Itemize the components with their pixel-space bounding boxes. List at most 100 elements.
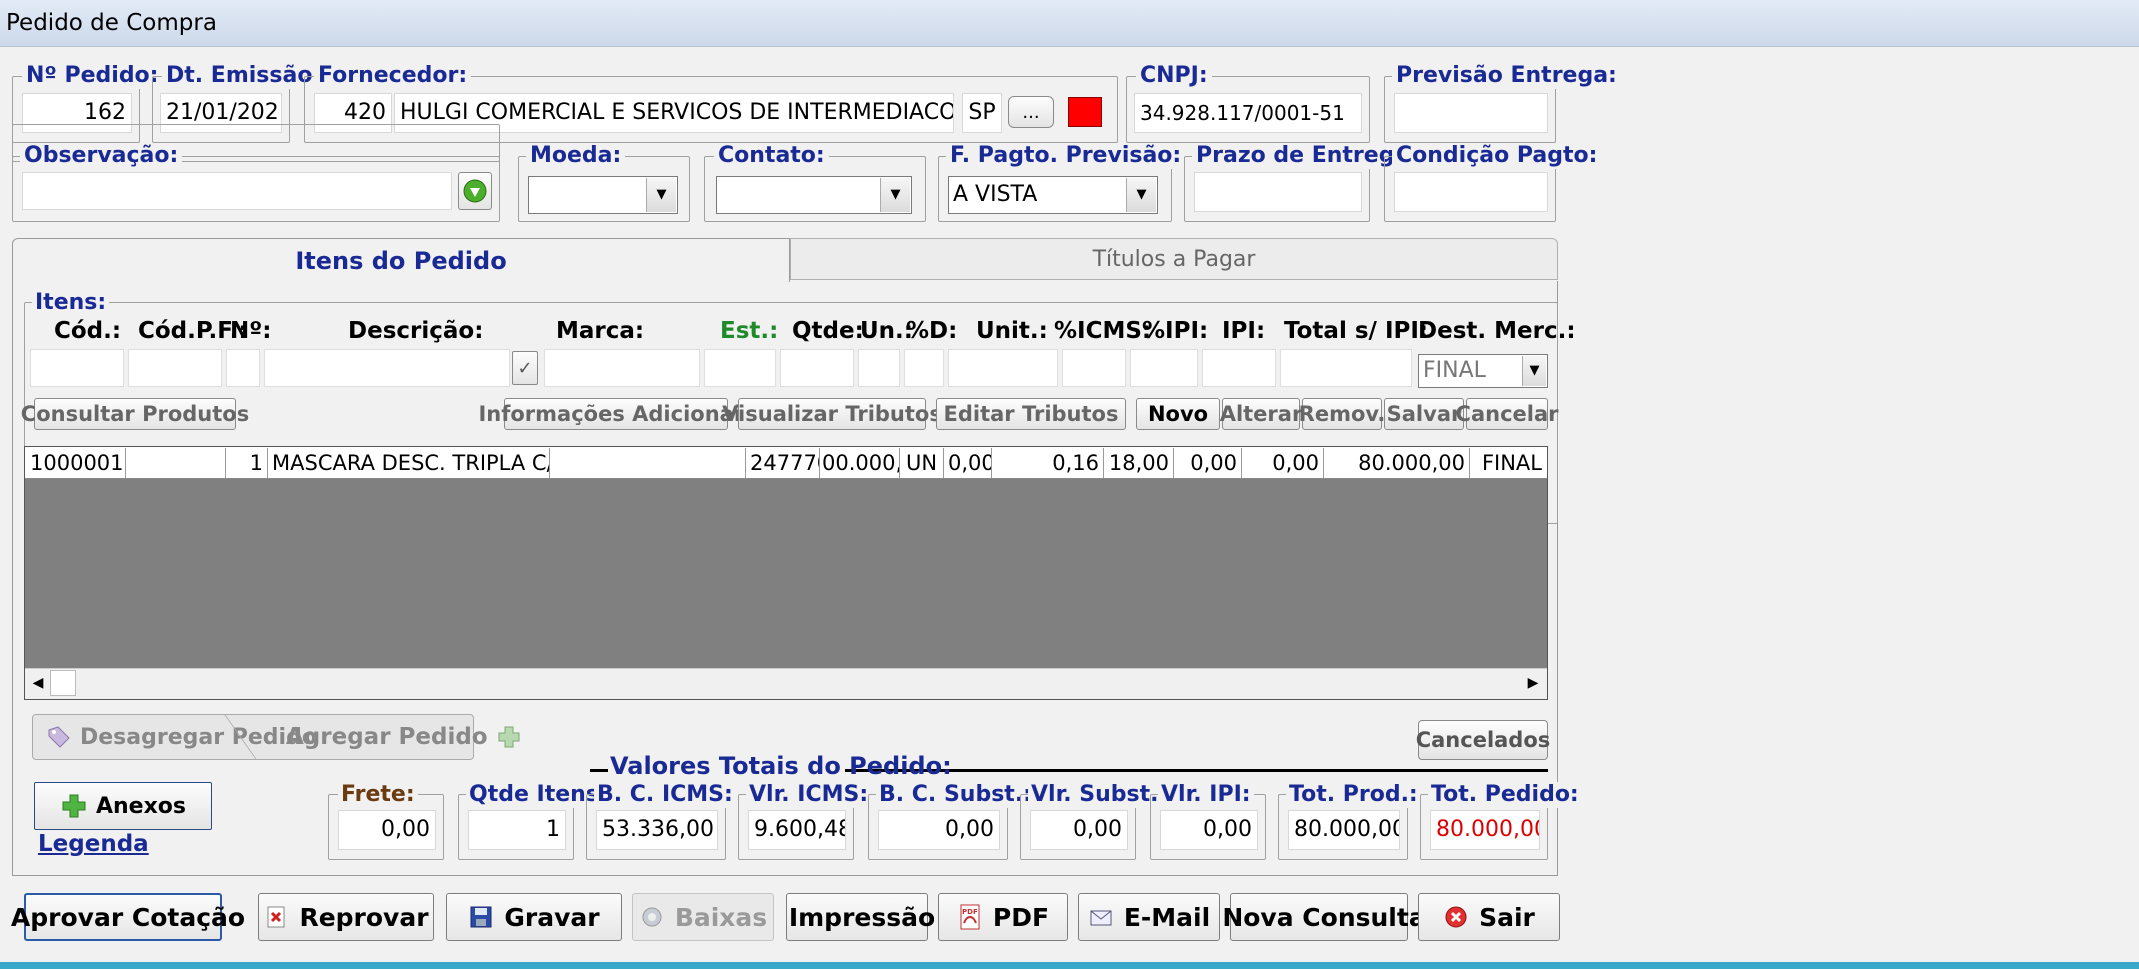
- input-icms[interactable]: [1062, 349, 1126, 387]
- input-descricao[interactable]: [264, 349, 510, 387]
- sair-button[interactable]: Sair: [1418, 893, 1560, 941]
- bc-icms-field[interactable]: 53.336,00: [596, 810, 718, 850]
- contato-select[interactable]: ▼: [716, 176, 912, 214]
- gravar-button[interactable]: Gravar: [446, 893, 622, 941]
- observacao-label: Observação:: [20, 143, 183, 169]
- moeda-select[interactable]: ▼: [528, 176, 678, 214]
- input-total[interactable]: [1280, 349, 1412, 387]
- input-un[interactable]: [858, 349, 900, 387]
- reprovar-button[interactable]: Reprovar: [258, 893, 434, 941]
- totais-line-left: [590, 769, 608, 772]
- agregar-label: Agregar Pedido: [286, 724, 488, 750]
- row-ipi[interactable]: 0,00: [1242, 448, 1324, 478]
- check-list-button[interactable]: ✓: [512, 351, 538, 385]
- scroll-thumb[interactable]: [50, 670, 76, 696]
- legenda-link[interactable]: Legenda: [38, 831, 149, 857]
- visualizar-tributos-button[interactable]: Visualizar Tributos: [722, 398, 942, 430]
- scroll-left-icon[interactable]: ◀: [27, 670, 49, 696]
- vlr-icms-field[interactable]: 9.600,48: [748, 810, 846, 850]
- observacao-field[interactable]: [22, 172, 452, 210]
- condicao-field[interactable]: [1394, 172, 1548, 212]
- input-cod[interactable]: [30, 349, 124, 387]
- row-un[interactable]: UN: [900, 448, 944, 478]
- input-desconto[interactable]: [904, 349, 944, 387]
- items-grid[interactable]: [24, 446, 1548, 700]
- tot-pedido-field[interactable]: 80.000,00: [1430, 810, 1540, 850]
- novo-button[interactable]: Novo: [1136, 398, 1220, 430]
- salvar-button[interactable]: Salvar: [1384, 398, 1464, 430]
- remover-button[interactable]: Remov.: [1299, 398, 1385, 430]
- row-ipi-pct[interactable]: 0,00: [1174, 448, 1242, 478]
- col-qtde: Qtde:: [792, 318, 864, 344]
- tab-titulos-a-pagar[interactable]: Títulos a Pagar: [790, 238, 1558, 280]
- chevron-down-icon[interactable]: ▼: [1126, 178, 1156, 212]
- tab-itens-do-pedido[interactable]: Itens do Pedido: [12, 238, 790, 282]
- row-marca[interactable]: [550, 448, 746, 478]
- input-numero[interactable]: [226, 349, 260, 387]
- desagregar-button[interactable]: Desagregar Pedido: [46, 722, 317, 752]
- save-disk-icon: [470, 906, 492, 928]
- row-cod[interactable]: 10000012: [26, 448, 126, 478]
- horizontal-scrollbar[interactable]: [25, 668, 1547, 699]
- row-desconto[interactable]: 0,00: [944, 448, 992, 478]
- input-cod-pf[interactable]: [128, 349, 222, 387]
- row-dest[interactable]: FINAL: [1470, 448, 1546, 478]
- editar-tributos-button[interactable]: Editar Tributos: [936, 398, 1126, 430]
- col-desconto: %D:: [906, 318, 958, 344]
- fornecedor-uf-field[interactable]: SP: [962, 93, 1002, 133]
- email-button[interactable]: E-Mail: [1078, 893, 1220, 941]
- tot-prod-field[interactable]: 80.000,00: [1288, 810, 1400, 850]
- baixas-button[interactable]: Baixas: [632, 893, 774, 941]
- col-numero: Nº:: [230, 318, 272, 344]
- consultar-produtos-button[interactable]: Consultar Produtos: [21, 398, 249, 430]
- dest-merc-select[interactable]: FINAL ▼: [1418, 354, 1548, 388]
- input-qtde[interactable]: [780, 349, 854, 387]
- observacao-arrow-button[interactable]: [458, 172, 492, 210]
- fpagto-select[interactable]: A VISTA ▼: [948, 176, 1158, 214]
- input-est[interactable]: [704, 349, 776, 387]
- frete-field[interactable]: 0,00: [338, 810, 436, 850]
- chevron-down-icon[interactable]: ▼: [1522, 356, 1546, 386]
- chevron-down-icon[interactable]: ▼: [880, 178, 910, 212]
- vlr-ipi-field[interactable]: 0,00: [1160, 810, 1258, 850]
- previsao-field[interactable]: [1394, 93, 1548, 133]
- input-marca[interactable]: [544, 349, 700, 387]
- input-ipi-pct[interactable]: [1130, 349, 1198, 387]
- row-numero[interactable]: 1: [226, 448, 268, 478]
- alterar-button[interactable]: Alterar: [1220, 398, 1302, 430]
- input-unit[interactable]: [948, 349, 1058, 387]
- informacoes-adicionais-button[interactable]: Informações Adicionais: [478, 398, 754, 430]
- row-qtde[interactable]: 00.000,00: [820, 448, 900, 478]
- chevron-down-icon[interactable]: ▼: [646, 178, 676, 212]
- prazo-field[interactable]: [1194, 172, 1362, 212]
- anexos-button[interactable]: Anexos: [34, 782, 212, 830]
- aprovar-cotacao-button[interactable]: Aprovar Cotação: [11, 893, 245, 941]
- row-total[interactable]: 80.000,00: [1324, 448, 1470, 478]
- cancelados-button[interactable]: Cancelados: [1416, 720, 1550, 760]
- cnpj-field[interactable]: 34.928.117/0001-51: [1134, 93, 1362, 133]
- cancelar-button[interactable]: Cancelar: [1456, 398, 1558, 430]
- nova-consulta-button[interactable]: Nova Consulta: [1222, 893, 1426, 941]
- col-ipi: IPI:: [1222, 318, 1266, 344]
- pedido-label: Nº Pedido:: [22, 63, 163, 89]
- pdf-button[interactable]: PDF PDF: [938, 893, 1068, 941]
- row-unit[interactable]: 0,16: [992, 448, 1104, 478]
- pdf-label: PDF: [992, 902, 1050, 932]
- agregar-button[interactable]: Agregar Pedido: [286, 722, 522, 752]
- bc-subst-field[interactable]: 0,00: [878, 810, 1000, 850]
- row-descricao[interactable]: MASCARA DESC. TRIPLA C/ELASTICO: [268, 448, 550, 478]
- desagregar-label: Desagregar Pedido: [80, 724, 317, 750]
- qtde-field[interactable]: 1: [468, 810, 566, 850]
- fpagto-label: F. Pagto. Previsão:: [946, 143, 1186, 169]
- fornecedor-lookup-button[interactable]: ...: [1008, 96, 1054, 128]
- col-marca: Marca:: [556, 318, 645, 344]
- envelope-icon: [1090, 910, 1112, 926]
- aprovar-label: Aprovar Cotação: [10, 902, 246, 932]
- input-ipi[interactable]: [1202, 349, 1276, 387]
- row-est[interactable]: 247770: [746, 448, 820, 478]
- scroll-right-icon[interactable]: ▶: [1522, 670, 1544, 696]
- impressao-button[interactable]: Impressão: [786, 893, 935, 941]
- row-icms[interactable]: 18,00: [1104, 448, 1174, 478]
- vlr-subst-field[interactable]: 0,00: [1030, 810, 1128, 850]
- row-cod-pf[interactable]: [126, 448, 226, 478]
